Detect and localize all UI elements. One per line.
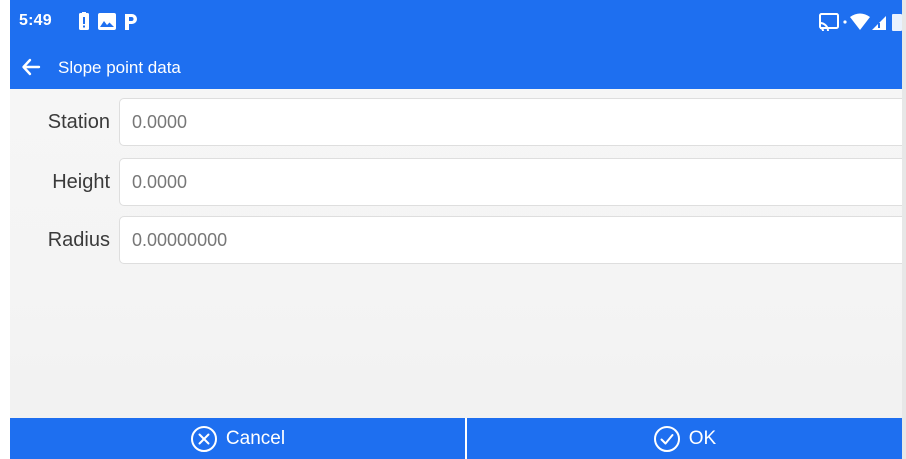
- station-input[interactable]: [119, 98, 902, 146]
- cancel-button-label: Cancel: [225, 427, 286, 449]
- app-bar: Slope point data: [10, 44, 902, 89]
- back-button[interactable]: [16, 52, 46, 82]
- height-row: Height: [10, 158, 902, 208]
- signal-icon: [872, 16, 886, 30]
- app-screen: 5:49 Slope point data Station 0.0000 Hei…: [10, 0, 902, 459]
- radius-label: Radius: [47, 229, 110, 251]
- wifi-icon: [850, 13, 870, 30]
- height-input[interactable]: [119, 158, 902, 206]
- cast-icon: [819, 13, 839, 32]
- parking-icon: [125, 14, 137, 30]
- radius-input[interactable]: [119, 216, 902, 264]
- ok-button-label: OK: [688, 427, 717, 449]
- battery-alert-icon: [79, 12, 89, 30]
- screen-edge: [902, 0, 906, 459]
- station-row: Station: [10, 98, 902, 148]
- status-icons-right: [819, 13, 902, 32]
- close-circle-icon: [190, 425, 218, 453]
- check-circle-icon: [653, 425, 681, 453]
- status-time: 5:49: [19, 12, 52, 29]
- battery-icon: [892, 14, 902, 31]
- status-icons-left: [79, 12, 137, 30]
- arrow-left-icon: [22, 58, 41, 76]
- ok-button[interactable]: OK: [467, 418, 902, 459]
- page-title: Slope point data: [58, 58, 181, 77]
- station-label: Station: [47, 111, 110, 133]
- bottom-action-bar: Cancel OK: [10, 418, 902, 459]
- image-icon: [98, 13, 116, 30]
- radius-row: Radius: [10, 216, 902, 266]
- height-label: Height: [52, 171, 110, 193]
- status-bar: 5:49: [10, 0, 902, 44]
- cancel-button[interactable]: Cancel: [10, 418, 465, 459]
